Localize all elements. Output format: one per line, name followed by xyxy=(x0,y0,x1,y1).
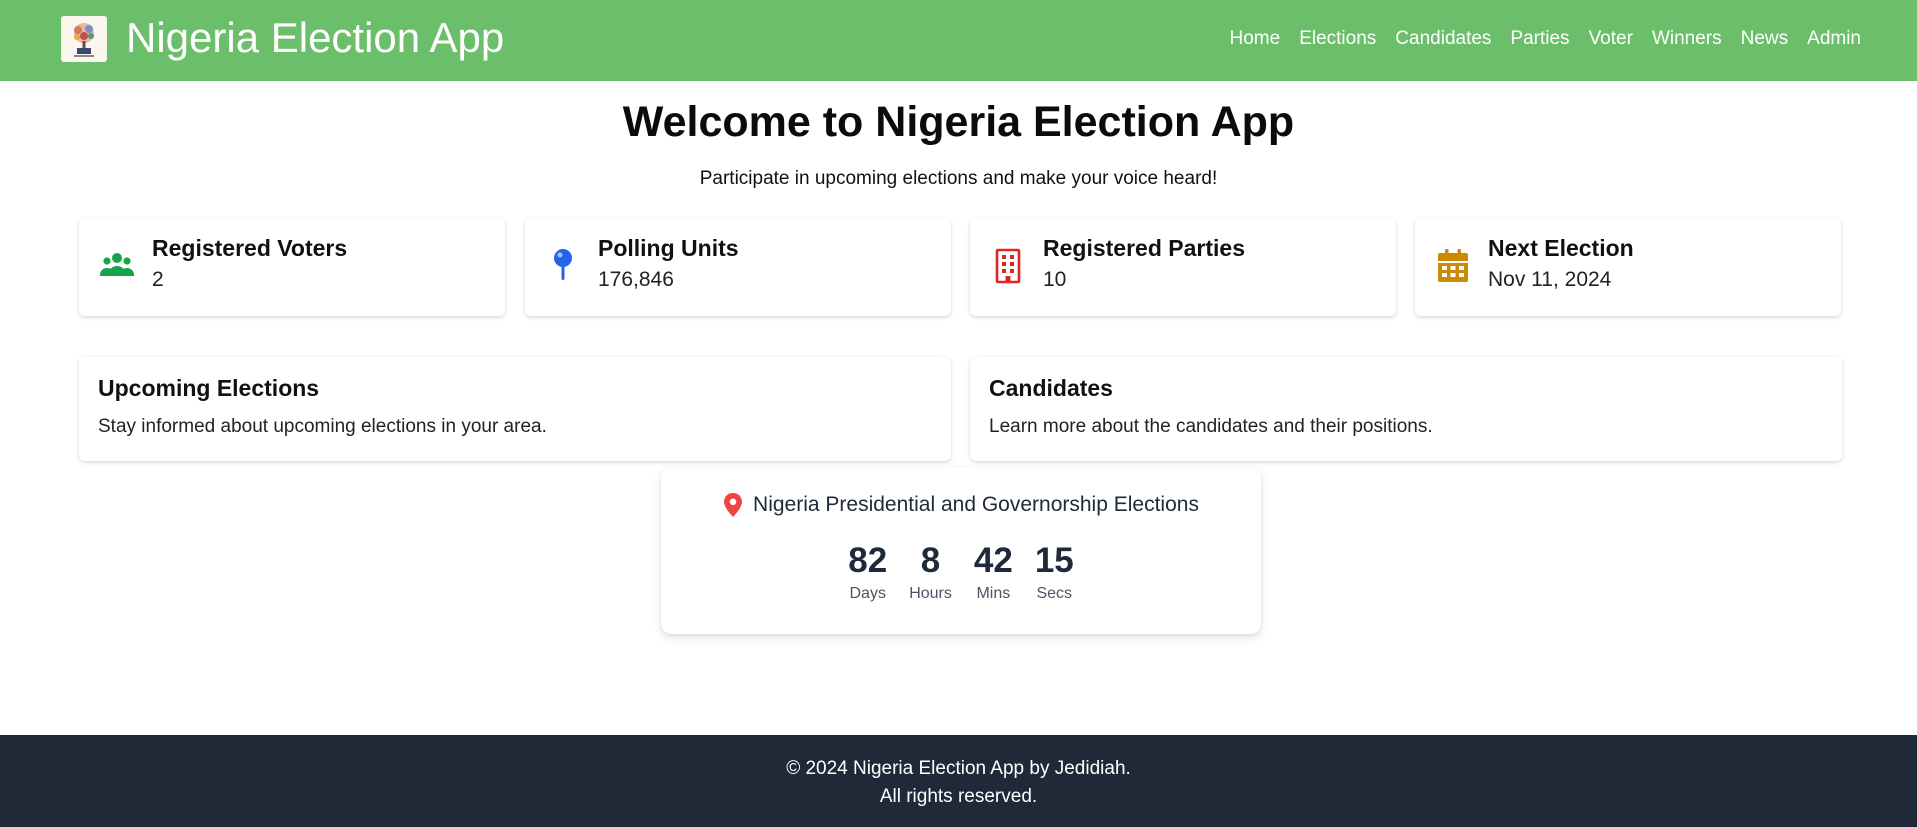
building-icon xyxy=(995,248,1021,284)
nav-link-elections[interactable]: Elections xyxy=(1299,26,1376,52)
info-card-text: Learn more about the candidates and thei… xyxy=(989,416,1433,437)
stat-label: Polling Units xyxy=(598,235,739,261)
stat-label: Registered Voters xyxy=(152,235,348,261)
stat-label: Registered Parties xyxy=(1043,235,1245,261)
stat-value: 176,846 xyxy=(598,268,674,291)
top-navbar: Nigeria Election App Home Elections Cand… xyxy=(0,0,1917,81)
map-pin-icon xyxy=(554,249,572,280)
location-pin-icon xyxy=(724,493,743,517)
app-logo[interactable] xyxy=(61,16,107,62)
page-title: Welcome to Nigeria Election App xyxy=(622,98,1295,146)
footer-rights: All rights reserved. xyxy=(879,786,1038,807)
countdown-label: Mins xyxy=(976,585,1011,602)
countdown-title-row: Nigeria Presidential and Governorship El… xyxy=(661,492,1261,518)
info-card-text: Stay informed about upcoming elections i… xyxy=(98,416,547,437)
stat-card-registered-parties: Registered Parties 10 xyxy=(970,218,1396,316)
stat-label: Next Election xyxy=(1488,235,1634,261)
page-footer: © 2024 Nigeria Election App by Jedidiah.… xyxy=(0,735,1917,827)
countdown-value: 82 xyxy=(848,541,888,580)
stat-value: Nov 11, 2024 xyxy=(1488,268,1612,291)
calendar-icon xyxy=(1438,249,1468,282)
stat-value: 10 xyxy=(1043,268,1067,291)
nav-link-news[interactable]: News xyxy=(1741,26,1789,52)
info-card-upcoming-elections[interactable]: Upcoming Elections Stay informed about u… xyxy=(79,357,951,461)
nav-link-candidates[interactable]: Candidates xyxy=(1395,26,1491,52)
nav-link-admin[interactable]: Admin xyxy=(1807,26,1861,52)
countdown-value: 42 xyxy=(973,541,1013,580)
nav-link-parties[interactable]: Parties xyxy=(1510,26,1569,52)
app-title[interactable]: Nigeria Election App xyxy=(126,14,504,62)
countdown-days: 82 Days xyxy=(848,540,887,604)
info-card-candidates[interactable]: Candidates Learn more about the candidat… xyxy=(970,357,1842,461)
countdown-label: Days xyxy=(849,585,886,602)
countdown-label: Hours xyxy=(909,585,952,602)
countdown-label: Secs xyxy=(1036,585,1073,602)
countdown-mins: 42 Mins xyxy=(974,540,1013,604)
page-subtitle: Participate in upcoming elections and ma… xyxy=(699,168,1218,189)
footer-copyright: © 2024 Nigeria Election App by Jedidiah. xyxy=(786,758,1131,779)
countdown-value: 8 xyxy=(920,541,941,580)
stat-card-polling-units: Polling Units 176,846 xyxy=(525,218,951,316)
nav-link-voter[interactable]: Voter xyxy=(1589,26,1633,52)
nav-link-home[interactable]: Home xyxy=(1230,26,1281,52)
stat-card-next-election: Next Election Nov 11, 2024 xyxy=(1415,218,1841,316)
countdown-title: Nigeria Presidential and Governorship El… xyxy=(753,493,1199,516)
countdown-value: 15 xyxy=(1034,541,1074,580)
countdown-secs: 15 Secs xyxy=(1035,540,1074,604)
election-countdown-card: Nigeria Presidential and Governorship El… xyxy=(661,468,1261,634)
nav-link-winners[interactable]: Winners xyxy=(1652,26,1722,52)
users-icon xyxy=(100,253,134,276)
stat-value: 2 xyxy=(152,268,164,291)
nav-menu: Home Elections Candidates Parties Voter … xyxy=(1211,26,1862,52)
info-card-title: Candidates xyxy=(989,375,1113,401)
countdown-timer: 82 Days 8 Hours 42 Mins 15 Secs xyxy=(661,540,1261,604)
info-card-title: Upcoming Elections xyxy=(98,375,320,401)
countdown-hours: 8 Hours xyxy=(909,540,952,604)
stat-card-registered-voters: Registered Voters 2 xyxy=(79,218,505,316)
ballot-tree-logo-icon xyxy=(74,23,94,57)
